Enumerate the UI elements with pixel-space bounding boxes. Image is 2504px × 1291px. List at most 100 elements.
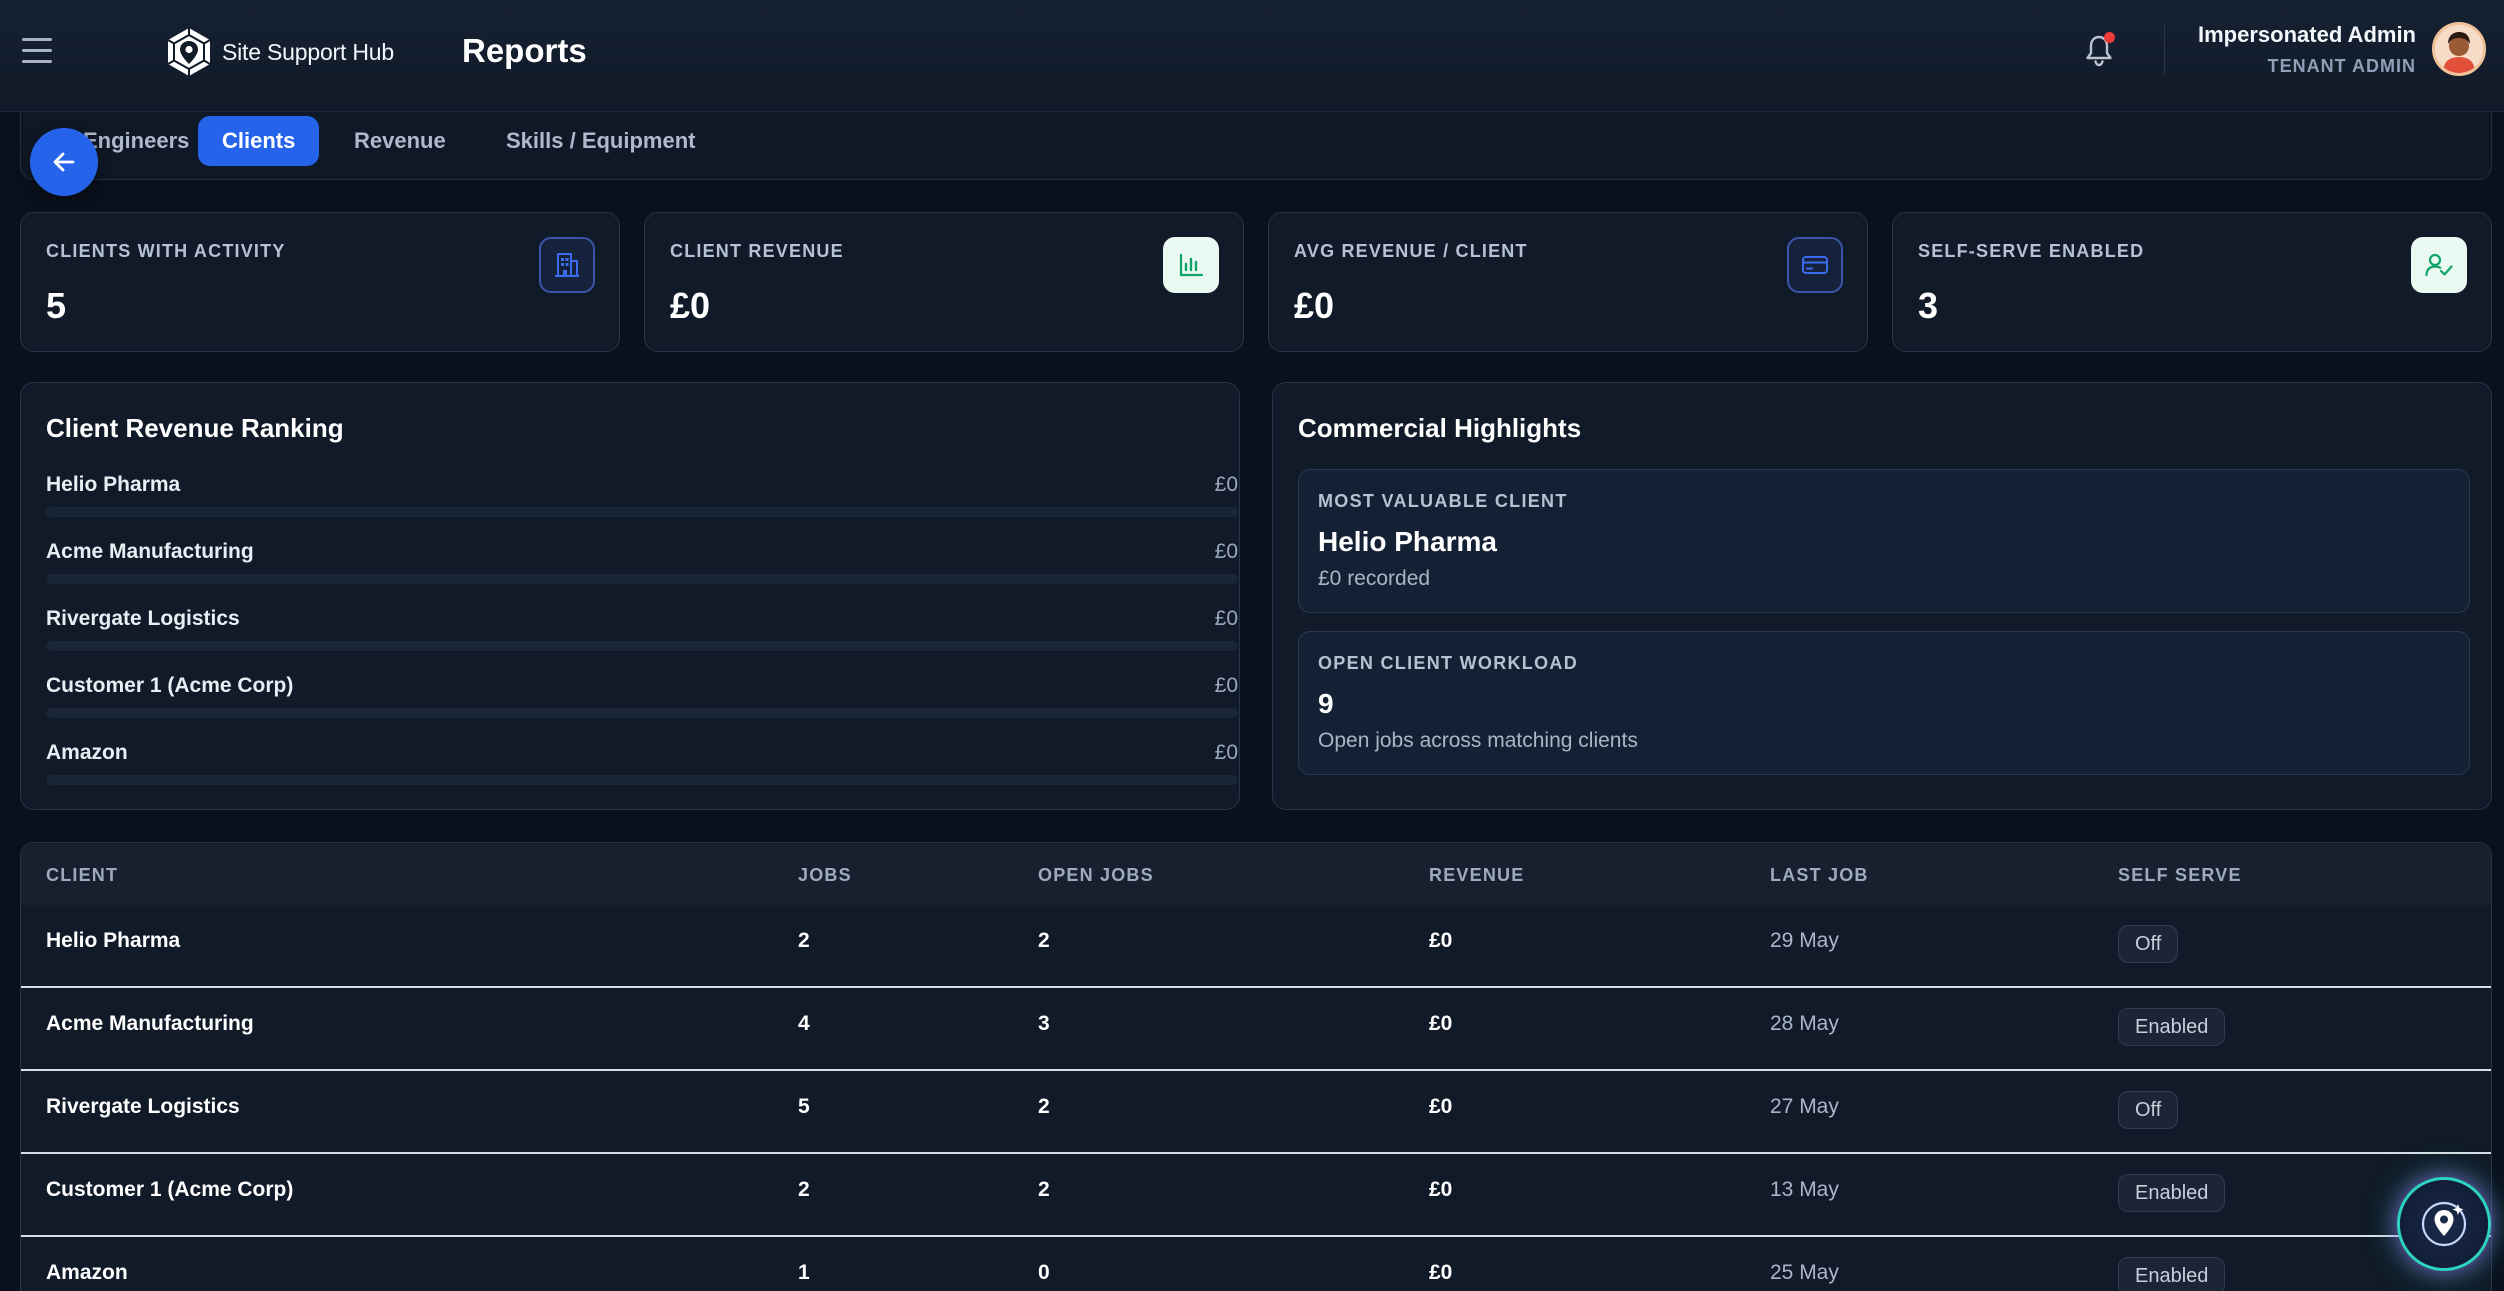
ranking-bar-track <box>46 574 1238 584</box>
cell-open-jobs: 3 <box>1038 1012 1050 1035</box>
cell-jobs: 1 <box>798 1261 810 1284</box>
notifications-button[interactable] <box>2084 32 2115 68</box>
cell-last-job: 25 May <box>1770 1261 1839 1284</box>
table-row[interactable]: Amazon 1 0 £0 25 May Enabled <box>21 1237 2491 1291</box>
cell-last-job: 13 May <box>1770 1178 1839 1201</box>
cell-jobs: 5 <box>798 1095 810 1118</box>
highlight-subtext: Open jobs across matching clients <box>1318 729 1638 752</box>
column-header-revenue[interactable]: REVENUE <box>1429 865 1524 886</box>
ranking-client-name: Customer 1 (Acme Corp) <box>46 674 294 697</box>
cell-client: Helio Pharma <box>46 929 181 952</box>
kpi-avg-revenue-per-client: AVG REVENUE / CLIENT £0 <box>1268 212 1868 352</box>
brand-name: Site Support Hub <box>222 38 394 65</box>
highlight-value: Helio Pharma <box>1318 526 1497 557</box>
cell-client: Rivergate Logistics <box>46 1095 240 1118</box>
client-revenue-ranking-panel: Client Revenue Ranking Helio Pharma £0 A… <box>20 382 1240 810</box>
ranking-client-value: £0 <box>1214 540 1238 563</box>
column-header-jobs[interactable]: JOBS <box>798 865 852 886</box>
cell-jobs: 2 <box>798 929 810 952</box>
top-bar: Site Support Hub Reports Impersonated Ad… <box>0 0 2504 112</box>
cell-open-jobs: 2 <box>1038 1178 1050 1201</box>
cell-jobs: 4 <box>798 1012 810 1035</box>
self-serve-badge: Off <box>2118 925 2179 963</box>
user-menu[interactable]: Impersonated Admin TENANT ADMIN <box>2198 22 2416 77</box>
tab-revenue[interactable]: Revenue <box>330 116 470 166</box>
self-serve-badge: Off <box>2118 1091 2179 1129</box>
highlight-value: 9 <box>1318 688 1334 719</box>
kpi-client-revenue: CLIENT REVENUE £0 <box>644 212 1244 352</box>
most-valuable-client-card: MOST VALUABLE CLIENT Helio Pharma £0 rec… <box>1298 469 2470 613</box>
cell-client: Customer 1 (Acme Corp) <box>46 1178 294 1201</box>
panel-title: Client Revenue Ranking <box>46 413 344 443</box>
highlight-subtext: £0 recorded <box>1318 567 1431 590</box>
kpi-clients-with-activity: CLIENTS WITH ACTIVITY 5 <box>20 212 620 352</box>
cell-revenue: £0 <box>1429 1261 1453 1284</box>
kpi-label: CLIENTS WITH ACTIVITY <box>46 241 286 261</box>
cell-jobs: 2 <box>798 1178 810 1201</box>
ranking-client-name: Helio Pharma <box>46 473 181 496</box>
assistant-button[interactable] <box>2400 1180 2488 1268</box>
arrow-left-icon <box>53 152 75 172</box>
bar-chart-icon <box>1163 237 1219 293</box>
user-role: TENANT ADMIN <box>2267 56 2416 76</box>
ranking-bar-track <box>46 641 1238 651</box>
ranking-bar-track <box>46 507 1238 517</box>
ranking-client-name: Amazon <box>46 741 128 764</box>
highlight-label: MOST VALUABLE CLIENT <box>1318 491 1568 511</box>
cell-open-jobs: 2 <box>1038 1095 1050 1118</box>
header-divider <box>2164 24 2165 74</box>
column-header-open-jobs[interactable]: OPEN JOBS <box>1038 865 1154 886</box>
menu-icon[interactable] <box>22 38 52 64</box>
cell-open-jobs: 0 <box>1038 1261 1050 1284</box>
brand[interactable]: Site Support Hub <box>166 26 394 78</box>
self-serve-badge: Enabled <box>2118 1174 2226 1212</box>
kpi-value: £0 <box>670 285 711 326</box>
cell-last-job: 27 May <box>1770 1095 1839 1118</box>
cell-open-jobs: 2 <box>1038 929 1050 952</box>
kpi-label: SELF-SERVE ENABLED <box>1918 241 2145 261</box>
user-check-icon <box>2411 237 2467 293</box>
table-row[interactable]: Acme Manufacturing 4 3 £0 28 May Enabled <box>21 988 2491 1071</box>
ranking-client-name: Acme Manufacturing <box>46 540 254 563</box>
cell-client: Amazon <box>46 1261 128 1284</box>
column-header-client[interactable]: CLIENT <box>46 865 118 886</box>
cell-revenue: £0 <box>1429 1178 1453 1201</box>
map-pin-sparkle-icon <box>2421 1201 2467 1247</box>
kpi-self-serve-enabled: SELF-SERVE ENABLED 3 <box>1892 212 2492 352</box>
cell-last-job: 28 May <box>1770 1012 1839 1035</box>
cell-revenue: £0 <box>1429 929 1453 952</box>
cell-revenue: £0 <box>1429 1012 1453 1035</box>
commercial-highlights-panel: Commercial Highlights MOST VALUABLE CLIE… <box>1272 382 2492 810</box>
self-serve-badge: Enabled <box>2118 1257 2226 1291</box>
table-row[interactable]: Customer 1 (Acme Corp) 2 2 £0 13 May Ena… <box>21 1154 2491 1237</box>
ranking-client-value: £0 <box>1214 607 1238 630</box>
reports-page: Site Support Hub Reports Impersonated Ad… <box>0 0 2504 1291</box>
notification-dot <box>2104 32 2115 43</box>
ranking-client-value: £0 <box>1214 674 1238 697</box>
table-row[interactable]: Rivergate Logistics 5 2 £0 27 May Off <box>21 1071 2491 1154</box>
ranking-client-name: Rivergate Logistics <box>46 607 240 630</box>
ranking-bar-track <box>46 775 1238 785</box>
column-header-self-serve[interactable]: SELF SERVE <box>2118 865 2242 886</box>
avatar-illustration-icon <box>2435 25 2483 73</box>
credit-card-icon <box>1787 237 1843 293</box>
cell-revenue: £0 <box>1429 1095 1453 1118</box>
column-header-last-job[interactable]: LAST JOB <box>1770 865 1869 886</box>
tab-skills-equipment[interactable]: Skills / Equipment <box>482 116 719 166</box>
back-button[interactable] <box>30 128 98 196</box>
clients-table: CLIENT JOBS OPEN JOBS REVENUE LAST JOB S… <box>20 842 2492 1291</box>
user-name: Impersonated Admin <box>2198 22 2416 47</box>
ranking-bar-track <box>46 708 1238 718</box>
table-header: CLIENT JOBS OPEN JOBS REVENUE LAST JOB S… <box>21 843 2491 905</box>
cell-last-job: 29 May <box>1770 929 1839 952</box>
page-title: Reports <box>462 32 587 69</box>
kpi-value: 5 <box>46 285 67 326</box>
kpi-label: AVG REVENUE / CLIENT <box>1294 241 1528 261</box>
table-row[interactable]: Helio Pharma 2 2 £0 29 May Off <box>21 905 2491 988</box>
open-client-workload-card: OPEN CLIENT WORKLOAD 9 Open jobs across … <box>1298 631 2470 775</box>
tab-clients[interactable]: Clients <box>198 116 320 166</box>
ranking-row: Helio Pharma £0 <box>46 473 1238 523</box>
ranking-row: Acme Manufacturing £0 <box>46 540 1238 590</box>
avatar[interactable] <box>2432 22 2486 76</box>
panel-title: Commercial Highlights <box>1298 413 1582 443</box>
